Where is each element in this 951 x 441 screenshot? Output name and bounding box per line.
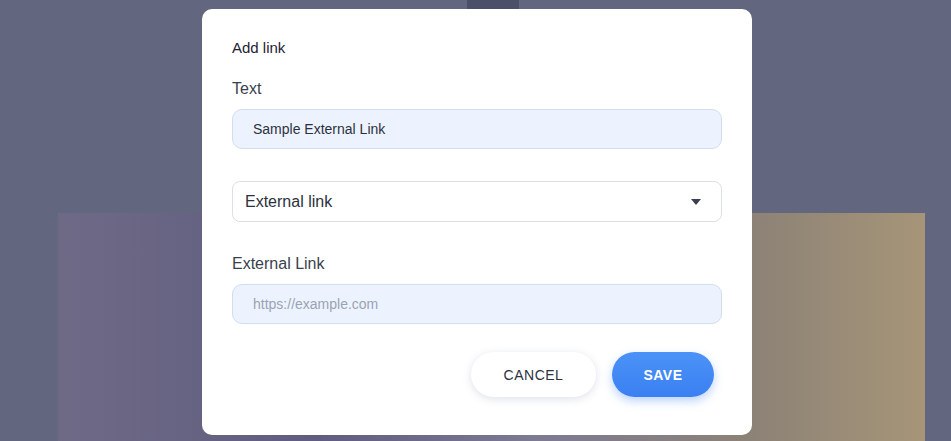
text-input[interactable]: [232, 109, 722, 149]
modal-overlay: Add link Text External link External Link CA…: [0, 0, 951, 435]
cancel-button[interactable]: CANCEL: [471, 352, 596, 397]
link-type-value: External link: [245, 193, 332, 211]
save-button[interactable]: SAVE: [612, 352, 714, 397]
add-link-dialog: Add link Text External link External Link CA…: [202, 9, 752, 435]
external-link-label: External Link: [232, 255, 722, 273]
external-link-input[interactable]: [232, 284, 722, 324]
dialog-title: Add link: [232, 38, 722, 58]
text-label: Text: [232, 80, 722, 98]
dropdown-caret-icon: [691, 199, 701, 205]
link-type-select[interactable]: External link: [232, 181, 722, 222]
page-backdrop: Add link Text External link External Link CA…: [0, 0, 951, 441]
dialog-actions: CANCEL SAVE: [232, 352, 722, 397]
